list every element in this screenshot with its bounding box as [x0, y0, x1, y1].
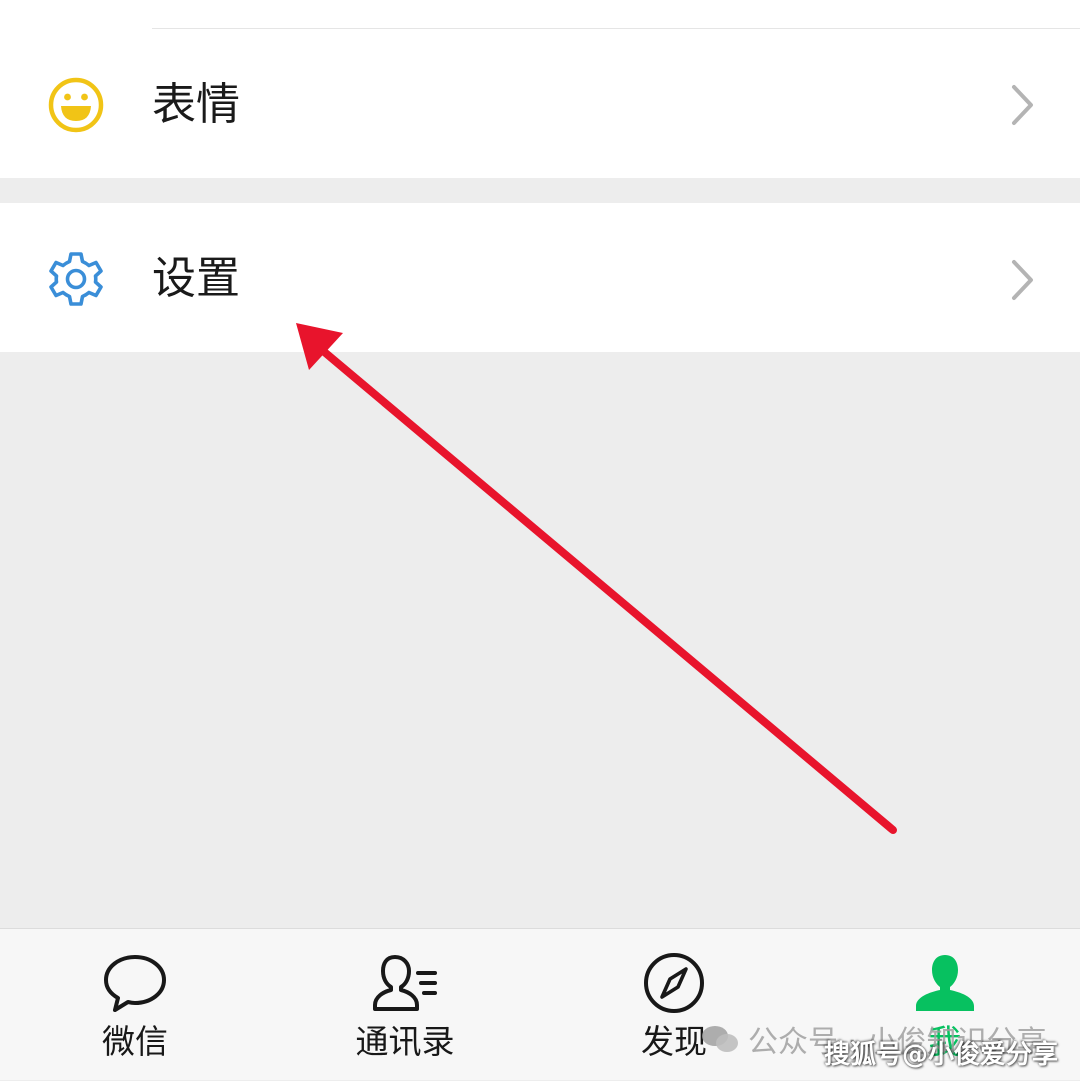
emoji-label: 表情: [152, 79, 240, 130]
tab-contacts-label: 通讯录: [355, 1022, 455, 1061]
sohu-watermark: 搜狐号@小俊爱分享: [823, 1040, 1058, 1070]
tab-chats[interactable]: 微信: [35, 929, 235, 1081]
row-divider: [152, 28, 1080, 29]
menu-row-settings[interactable]: 设置: [0, 203, 1080, 352]
gear-icon: [49, 252, 103, 306]
tab-chats-label: 微信: [102, 1022, 168, 1061]
settings-label: 设置: [152, 253, 240, 304]
wechat-logo-icon: [702, 1026, 738, 1052]
tab-contacts[interactable]: 通讯录: [305, 929, 505, 1081]
chat-bubble-icon: [104, 955, 166, 1012]
smiley-face-icon: [48, 77, 104, 133]
chevron-right-icon: [1012, 260, 1033, 300]
contacts-icon: [373, 955, 437, 1011]
menu-row-emoji[interactable]: 表情: [0, 0, 1080, 178]
compass-icon: [644, 953, 704, 1013]
chevron-right-icon: [1012, 85, 1033, 125]
person-icon: [916, 955, 974, 1011]
